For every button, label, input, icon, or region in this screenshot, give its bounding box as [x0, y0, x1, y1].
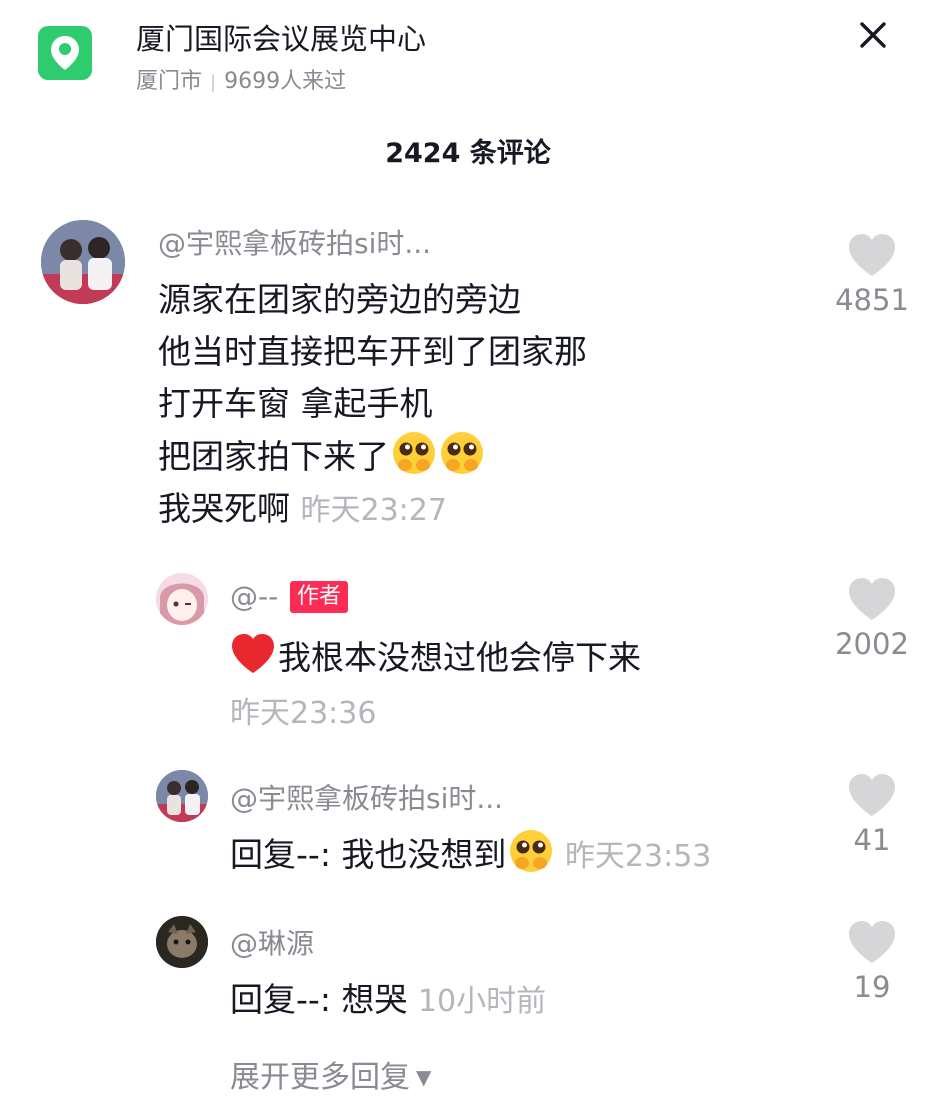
reply-timestamp: 昨天23:53 — [564, 839, 712, 874]
visitor-count: 9699人来过 — [224, 69, 347, 94]
location-pin-icon — [38, 26, 92, 80]
reply-username[interactable]: @-- — [230, 580, 278, 613]
like-count: 2002 — [835, 627, 909, 661]
comment-line: 把团家拍下来了 — [158, 437, 389, 476]
reply-text: 回复--: 想哭 10小时前 — [230, 974, 546, 1028]
comment-username[interactable]: @宇熙拿板砖拍si时... — [158, 222, 431, 262]
avatar[interactable] — [156, 770, 208, 822]
expand-replies-label: 展开更多回复 — [230, 1060, 410, 1095]
location-city: 厦门市 — [136, 69, 203, 94]
like-button[interactable]: 41 — [832, 773, 912, 857]
expand-replies-button[interactable]: 展开更多回复 ▼ — [230, 1052, 431, 1096]
reply-text-content: 我根本没想过他会停下来 — [278, 638, 641, 677]
comment-timestamp: 昨天23:27 — [300, 493, 447, 528]
caret-down-icon: ▼ — [416, 1065, 432, 1089]
heart-outline-icon — [849, 774, 895, 816]
comment-count: 2424 条评论 — [385, 138, 551, 169]
reply-text: 回复--: 我也没想到 昨天23:53 — [230, 828, 711, 883]
like-button[interactable]: 4851 — [832, 233, 912, 317]
subline-separator: | — [210, 72, 217, 93]
like-button[interactable]: 2002 — [832, 577, 912, 661]
avatar[interactable] — [156, 916, 208, 968]
emoji-moved-face-icon — [441, 432, 483, 474]
reply-username[interactable]: @宇熙拿板砖拍si时... — [230, 777, 503, 817]
like-count: 4851 — [835, 283, 909, 317]
avatar[interactable] — [41, 220, 125, 304]
heart-outline-icon — [849, 921, 895, 963]
reply-username[interactable]: @琳源 — [230, 922, 314, 962]
like-count: 41 — [853, 823, 891, 857]
reply-text-content: 回复--: 我也没想到 — [230, 835, 507, 874]
close-button[interactable] — [856, 18, 890, 52]
comment-line: 他当时直接把车开到了团家那 — [158, 332, 587, 371]
comment-line-with-emoji: 把团家拍下来了 — [158, 430, 587, 483]
location-subline: 厦门市 | 9699人来过 — [136, 63, 346, 95]
like-count: 19 — [853, 970, 891, 1004]
like-button[interactable]: 19 — [832, 920, 912, 1004]
red-heart-icon — [232, 634, 274, 673]
location-title: 厦门国际会议展览中心 — [136, 22, 427, 56]
comment-line: 打开车窗 拿起手机 — [158, 384, 433, 423]
emoji-moved-face-icon — [393, 432, 435, 474]
reply-text-content: 回复--: 想哭 — [230, 980, 408, 1019]
heart-outline-icon — [849, 234, 895, 276]
comment-line-with-time: 我哭死啊 昨天23:27 — [158, 483, 587, 537]
close-icon — [860, 22, 886, 48]
author-badge: 作者 — [290, 581, 349, 613]
reply-text: 我根本没想过他会停下来 — [230, 632, 641, 684]
reply-timestamp: 昨天23:36 — [230, 696, 377, 731]
comment-line: 我哭死啊 — [158, 489, 290, 528]
reply-timestamp: 10小时前 — [417, 984, 547, 1019]
comment-body: 源家在团家的旁边的旁边 他当时直接把车开到了团家那 打开车窗 拿起手机 把团家拍… — [158, 274, 587, 537]
emoji-moved-face-icon — [510, 830, 553, 872]
avatar[interactable] — [156, 573, 208, 625]
heart-outline-icon — [849, 578, 895, 620]
comment-line: 源家在团家的旁边的旁边 — [158, 280, 521, 319]
